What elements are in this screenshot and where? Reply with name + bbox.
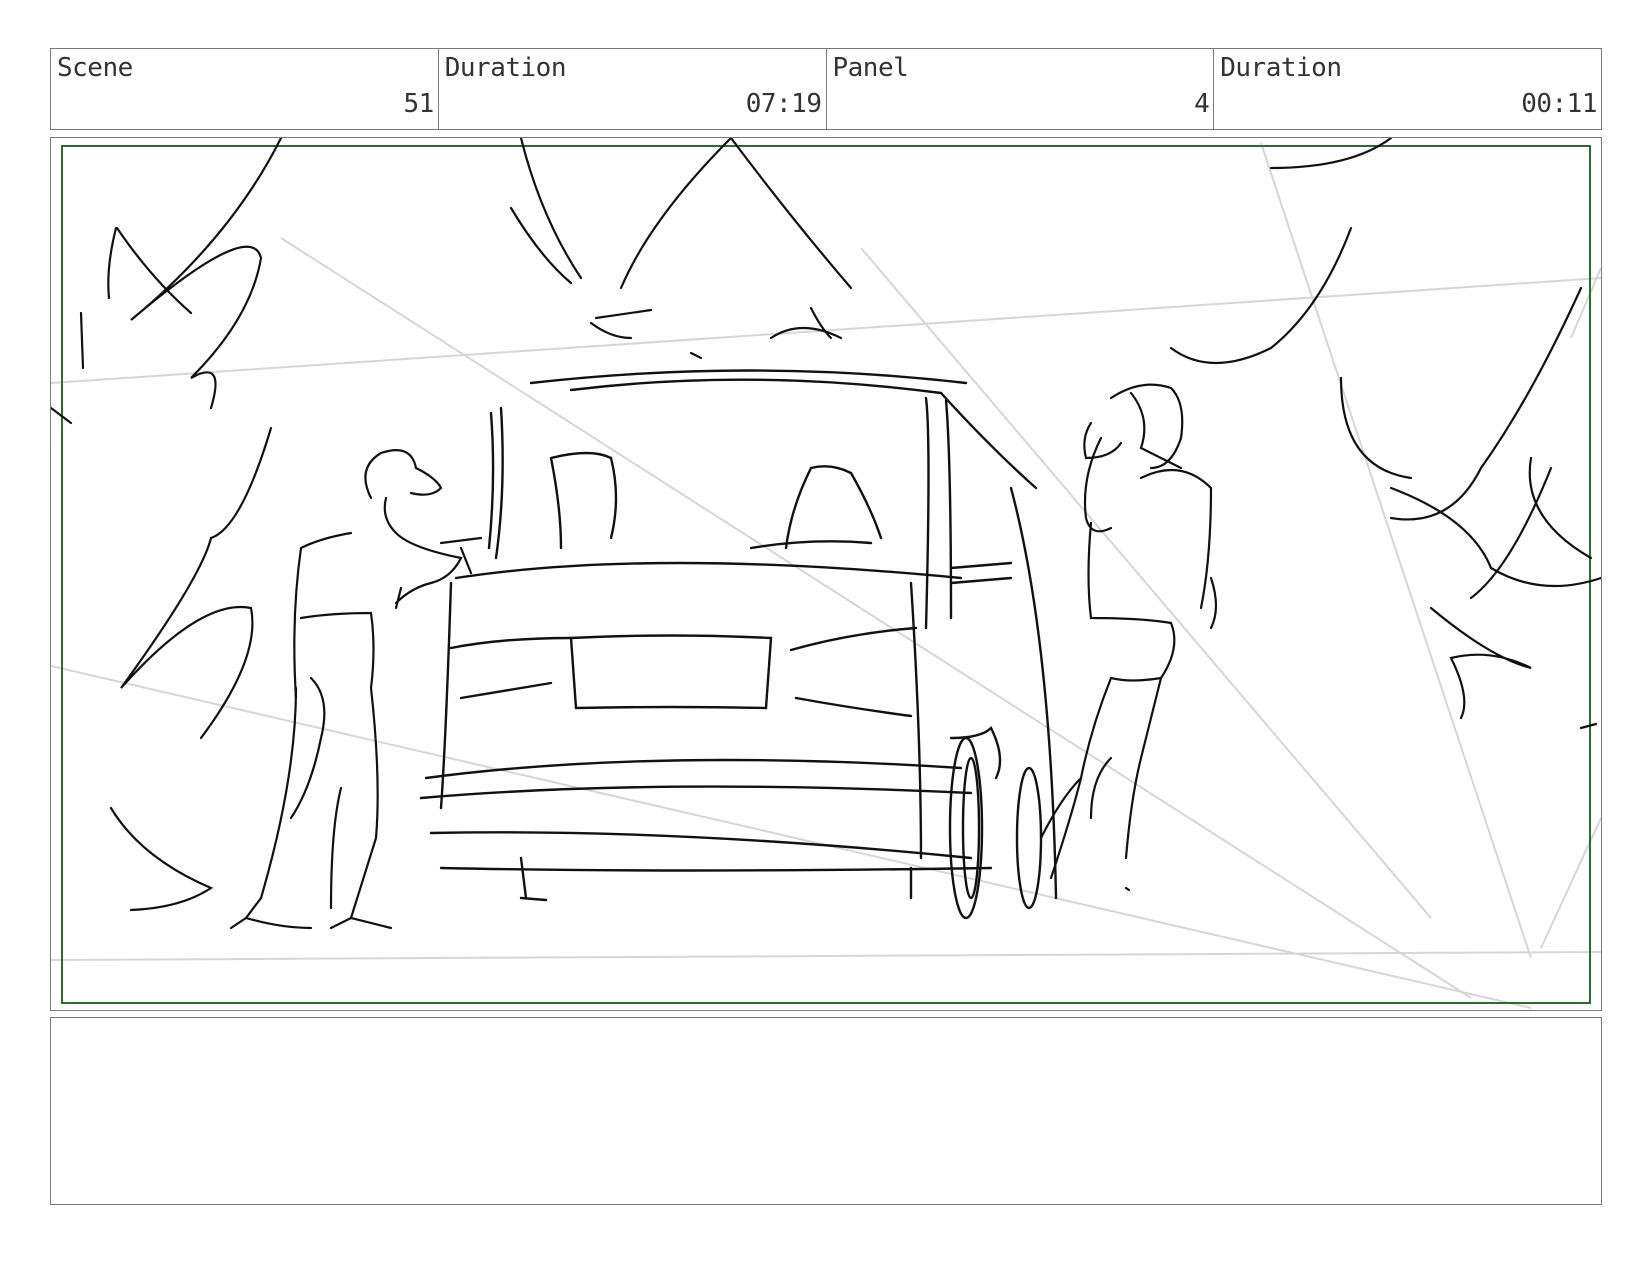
panel-duration-label: Duration [1220,53,1342,83]
sketch-drawing [51,138,1601,1009]
scene-label: Scene [57,53,133,83]
scene-cell: Scene 51 [51,49,439,129]
tree-foliage [51,138,1601,912]
scene-duration-label: Duration [444,53,567,83]
panel-notes-box [50,1017,1602,1205]
person-left-sketch [229,449,483,930]
scene-duration-cell: Duration 07:19 [439,49,827,129]
panel-number: 4 [1194,89,1210,119]
panel-label: Panel [832,53,909,83]
panel-duration-value: 00:11 [1521,89,1597,119]
scene-number: 51 [403,89,434,119]
storyboard-panel [50,137,1602,1011]
van-sketch [419,369,1058,920]
scene-duration-value: 07:19 [745,89,822,119]
panel-cell: Panel 4 [827,49,1215,129]
safe-area-frame [61,145,1591,1004]
panel-info-header: Scene 51 Duration 07:19 Panel 4 Duration… [50,48,1602,130]
panel-duration-cell: Duration 00:11 [1214,49,1601,129]
person-right-sketch [1039,383,1218,892]
perspective-guides [51,142,1601,1009]
